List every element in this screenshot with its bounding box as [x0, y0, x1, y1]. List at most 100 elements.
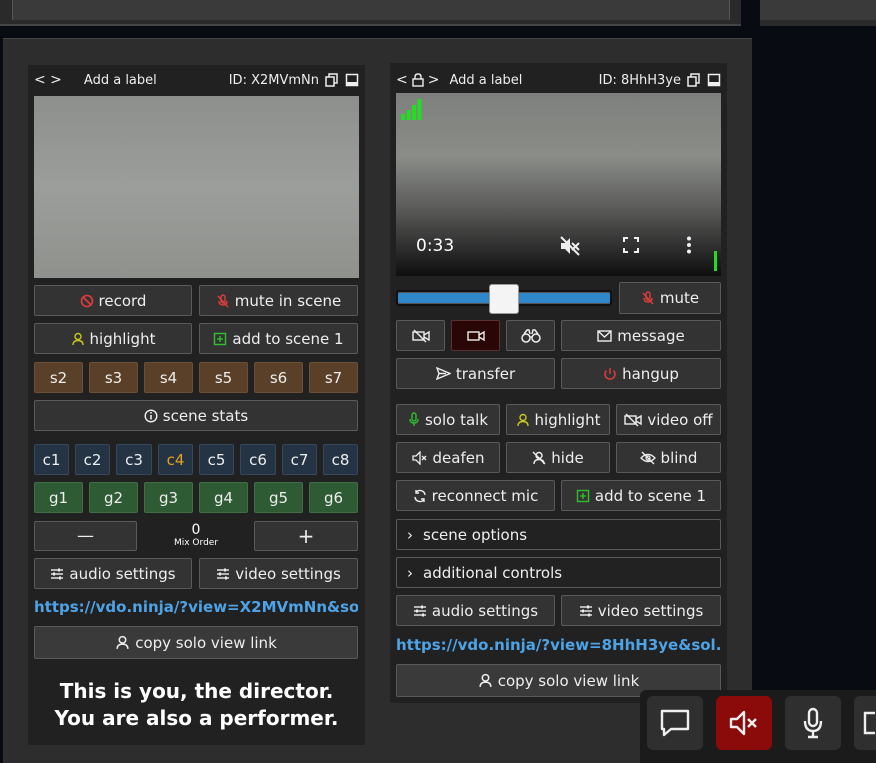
- mix-order-increase-button[interactable]: +: [254, 521, 358, 551]
- group-button-g3[interactable]: g3: [144, 482, 193, 513]
- copy-icon[interactable]: [687, 73, 701, 87]
- blind-button[interactable]: blind: [616, 442, 721, 473]
- director-video-preview[interactable]: [34, 96, 359, 278]
- mix-order-decrease-button[interactable]: —: [34, 521, 137, 551]
- person-slash-icon: [532, 451, 546, 464]
- speaker-toggle-button[interactable]: [716, 696, 772, 750]
- speaker-muted-icon: [729, 710, 757, 736]
- scene-button-s2[interactable]: s2: [34, 362, 83, 393]
- video-settings-button[interactable]: video settings: [561, 595, 721, 626]
- copy-solo-link-button[interactable]: copy solo view link: [34, 626, 358, 659]
- highlight-button[interactable]: highlight: [34, 323, 192, 354]
- record-label: record: [98, 291, 147, 310]
- solo-view-link[interactable]: https://vdo.ninja/?view=8HhH3ye&sol...: [396, 636, 721, 654]
- channel-button-c3[interactable]: c3: [116, 444, 152, 475]
- chevron-right-icon: ›: [407, 563, 413, 582]
- message-label: message: [617, 326, 685, 345]
- channel-button-c5[interactable]: c5: [199, 444, 234, 475]
- reconnect-mic-label: reconnect mic: [431, 486, 539, 505]
- guest-video[interactable]: 0:33: [396, 93, 721, 276]
- scene-button-s5[interactable]: s5: [199, 362, 248, 393]
- audio-settings-button[interactable]: audio settings: [34, 558, 192, 589]
- additional-controls-label: additional controls: [423, 563, 563, 582]
- message-button[interactable]: message: [561, 320, 721, 351]
- video-settings-label: video settings: [235, 564, 341, 583]
- screen-share-button[interactable]: [854, 696, 876, 750]
- reconnect-mic-button[interactable]: reconnect mic: [396, 480, 555, 511]
- video-settings-button[interactable]: video settings: [199, 558, 358, 589]
- sliders-icon: [413, 605, 426, 616]
- chevron-right-icon: ›: [407, 525, 413, 544]
- move-left-icon[interactable]: <: [396, 72, 408, 88]
- audio-settings-label: audio settings: [431, 601, 539, 620]
- hide-label: hide: [551, 448, 584, 467]
- video-off-button[interactable]: video off: [616, 404, 721, 435]
- add-square-icon: [214, 332, 227, 345]
- channel-button-c4[interactable]: c4: [158, 444, 193, 475]
- channel-button-c2[interactable]: c2: [75, 444, 110, 475]
- power-icon: [604, 367, 616, 380]
- scene-stats-button[interactable]: scene stats: [34, 400, 358, 431]
- volume-slider-thumb[interactable]: [489, 284, 519, 314]
- volume-muted-icon[interactable]: [559, 235, 581, 257]
- microphone-toggle-button[interactable]: [785, 696, 841, 750]
- chat-button[interactable]: [647, 696, 703, 750]
- channel-button-c7[interactable]: c7: [282, 444, 317, 475]
- hide-button[interactable]: hide: [506, 442, 610, 473]
- mute-button[interactable]: mute: [619, 282, 721, 314]
- audio-settings-button[interactable]: audio settings: [396, 595, 555, 626]
- transfer-button[interactable]: transfer: [396, 358, 555, 389]
- spotlight-button[interactable]: [506, 320, 555, 351]
- solo-talk-label: solo talk: [424, 410, 489, 429]
- microphone-icon: [409, 412, 419, 426]
- fullscreen-icon[interactable]: [623, 237, 639, 253]
- video-toggle-button[interactable]: [451, 320, 500, 351]
- deafen-button[interactable]: deafen: [396, 442, 500, 473]
- more-options-icon[interactable]: [686, 236, 692, 254]
- eye-slash-icon: [639, 451, 656, 464]
- channel-button-c8[interactable]: c8: [323, 444, 358, 475]
- video-settings-label: video settings: [597, 601, 704, 620]
- audio-settings-label: audio settings: [69, 564, 176, 583]
- chat-icon: [660, 709, 690, 737]
- label-field[interactable]: Add a label: [449, 73, 522, 88]
- lock-icon[interactable]: [412, 73, 424, 87]
- window-icon[interactable]: [345, 73, 359, 87]
- move-right-icon[interactable]: >: [428, 72, 440, 88]
- group-button-g4[interactable]: g4: [199, 482, 248, 513]
- add-to-scene-button[interactable]: add to scene 1: [561, 480, 721, 511]
- scene-button-s6[interactable]: s6: [254, 362, 303, 393]
- send-icon: [435, 367, 451, 380]
- video-time: 0:33: [416, 236, 455, 256]
- group-button-g2[interactable]: g2: [89, 482, 138, 513]
- window-icon[interactable]: [707, 73, 721, 87]
- copy-icon[interactable]: [325, 73, 339, 87]
- mic-off-icon: [217, 293, 229, 307]
- sliders-icon: [579, 605, 592, 616]
- label-field[interactable]: Add a label: [84, 73, 157, 88]
- scene-button-s3[interactable]: s3: [89, 362, 138, 393]
- highlight-button[interactable]: highlight: [506, 404, 610, 435]
- record-button[interactable]: record: [34, 285, 192, 316]
- director-note-line1: This is you, the director.: [59, 679, 334, 703]
- mute-in-scene-button[interactable]: mute in scene: [199, 285, 358, 316]
- solo-view-link[interactable]: https://vdo.ninja/?view=X2MVmNn&so...: [34, 598, 358, 616]
- scene-button-s7[interactable]: s7: [309, 362, 358, 393]
- solo-talk-button[interactable]: solo talk: [396, 404, 500, 435]
- reorder-arrows-icon[interactable]: < >: [34, 72, 62, 88]
- control-dock: [640, 690, 876, 763]
- group-button-g6[interactable]: g6: [309, 482, 358, 513]
- scene-button-s4[interactable]: s4: [144, 362, 193, 393]
- group-button-g5[interactable]: g5: [254, 482, 303, 513]
- hangup-button[interactable]: hangup: [561, 358, 721, 389]
- mix-order-value: 0: [191, 522, 201, 538]
- channel-button-c1[interactable]: c1: [34, 444, 69, 475]
- group-button-g1[interactable]: g1: [34, 482, 83, 513]
- channel-button-c6[interactable]: c6: [240, 444, 276, 475]
- hide-video-button[interactable]: [396, 320, 445, 351]
- add-to-scene-button[interactable]: add to scene 1: [199, 323, 358, 354]
- volume-slider[interactable]: [396, 284, 612, 314]
- scene-options-toggle[interactable]: › scene options: [396, 519, 721, 550]
- guest-header: < > Add a label ID: 8HhH3ye: [396, 70, 721, 90]
- additional-controls-toggle[interactable]: › additional controls: [396, 557, 721, 588]
